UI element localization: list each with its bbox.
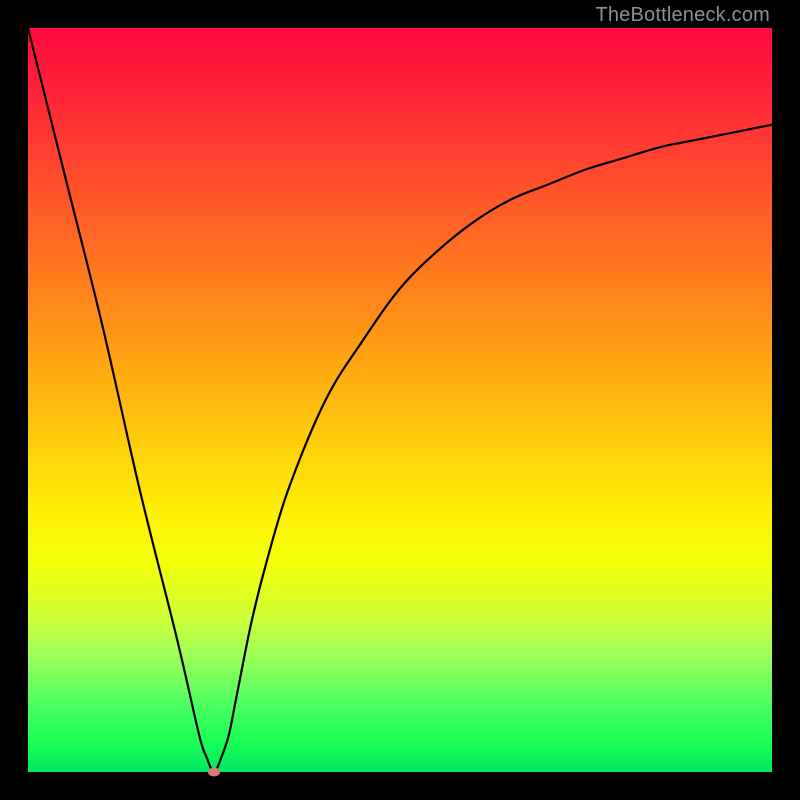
chart-frame: TheBottleneck.com — [0, 0, 800, 800]
optimum-marker — [208, 768, 220, 777]
watermark-text: TheBottleneck.com — [595, 4, 770, 27]
bottleneck-curve — [28, 28, 772, 772]
plot-area — [28, 28, 772, 772]
